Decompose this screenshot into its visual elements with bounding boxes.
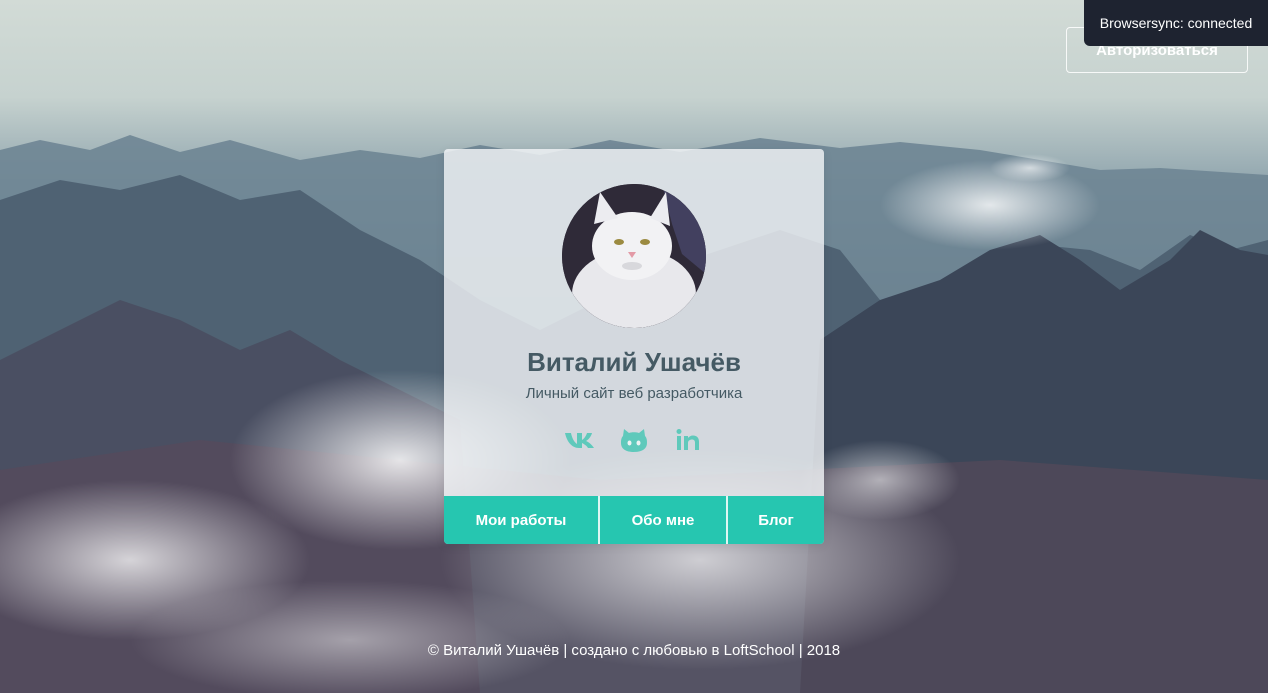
profile-subtitle: Личный сайт веб разработчика — [525, 385, 743, 402]
main-nav: Мои работы Обо мне Блог — [444, 496, 824, 544]
social-links — [444, 425, 824, 455]
my-works-button[interactable]: Мои работы — [444, 496, 598, 544]
profile-name: Виталий Ушачёв — [527, 347, 741, 377]
avatar — [562, 184, 706, 328]
blog-button[interactable]: Блог — [726, 496, 824, 544]
linkedin-icon[interactable] — [672, 425, 704, 455]
profile-card: Виталий Ушачёв Личный сайт веб разработч… — [444, 149, 824, 544]
footer-copyright: © Виталий Ушачёв | создано с любовью в L… — [427, 642, 841, 659]
browsersync-toast: Browsersync: connected — [1084, 0, 1268, 46]
cat-avatar-image — [562, 184, 706, 328]
github-icon[interactable] — [618, 425, 650, 455]
vk-icon[interactable] — [564, 425, 596, 455]
about-me-button[interactable]: Обо мне — [598, 496, 726, 544]
